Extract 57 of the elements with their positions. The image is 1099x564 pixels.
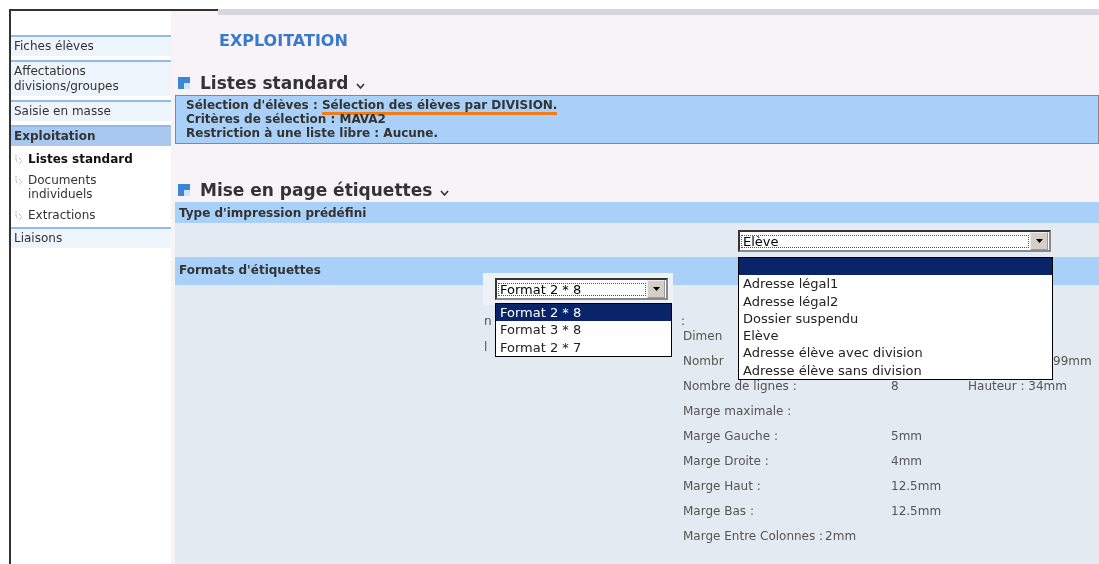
dropdown-option[interactable]: [739, 258, 1052, 276]
sidebar-subitem[interactable]: Extractions: [28, 208, 106, 222]
field-label: Marge maximale :: [683, 404, 792, 420]
tree-arrow-icon: [15, 155, 24, 165]
field-value: 12.5mm: [891, 479, 942, 493]
field-value: 4mm: [891, 454, 922, 468]
section-icon: [178, 184, 190, 196]
dropdown-option[interactable]: Adresse légal2: [739, 292, 1052, 310]
row-header: Type d'impression prédéfini: [179, 205, 367, 220]
sidebar-item[interactable]: Fiches élèves: [11, 35, 171, 56]
field-value: 8: [891, 379, 899, 393]
section-heading: Mise en page étiquettes: [200, 180, 433, 200]
field-label: Marge Bas :: [683, 504, 754, 520]
field-value: 5mm: [891, 429, 922, 443]
selection-line: Critères de sélection : MAVA2: [186, 112, 387, 126]
dropdown-option[interactable]: Dossier suspendu: [739, 309, 1052, 328]
selection-line: Restriction à une liste libre : Aucune.: [186, 126, 440, 140]
dropdown-option[interactable]: Adresse légal1: [739, 275, 1052, 293]
section-icon: [178, 77, 190, 89]
field-label: Marge Droite :: [683, 454, 769, 470]
page-title: EXPLOITATION: [218, 30, 349, 52]
field-label: Marge Entre Colonnes :: [683, 529, 824, 545]
field-value: 12.5mm: [891, 504, 942, 518]
sidebar-item[interactable]: Exploitation: [11, 125, 171, 146]
field-value: 2mm: [825, 529, 857, 545]
caret-icon: [1035, 239, 1043, 243]
sidebar-item[interactable]: Liaisons: [11, 227, 171, 248]
sidebar-subitem[interactable]: Documents individuels: [28, 173, 167, 201]
field-value: 99mm: [1053, 354, 1092, 368]
tree-arrow-icon: [15, 211, 24, 221]
selection-line: Sélection d'élèves : Sélection des élèves par DIVISION.: [186, 98, 1088, 112]
print-type-select[interactable]: Elève: [738, 230, 1051, 252]
dropdown-option[interactable]: Format 3 * 8: [496, 321, 671, 339]
field-label: Nombr: [683, 354, 724, 370]
field-label: l: [484, 340, 488, 356]
dropdown-option[interactable]: Adresse élève avec division: [739, 344, 1052, 362]
field-label: Nombre de lignes :: [683, 379, 797, 395]
row-header: Formats d'étiquettes: [179, 263, 321, 277]
sidebar-subitem[interactable]: Listes standard: [28, 152, 143, 166]
format-select[interactable]: Format 2 * 8: [495, 278, 668, 300]
field-label: n: [484, 314, 492, 330]
tree-arrow-icon: [15, 176, 24, 186]
field-label: :: [680, 314, 685, 330]
dropdown-option[interactable]: Elève: [739, 327, 1052, 345]
dropdown-option[interactable]: Adresse élève sans division: [739, 361, 1052, 380]
caret-icon: [652, 287, 660, 291]
dropdown-option[interactable]: Format 2 * 7: [496, 338, 671, 356]
field-value: Hauteur : 34mm: [968, 379, 1067, 393]
field-label: Marge Haut :: [683, 479, 761, 495]
sidebar-item[interactable]: Saisie en masse: [11, 100, 171, 121]
chevron-icon[interactable]: [356, 83, 366, 89]
field-label: Dimen: [683, 329, 723, 345]
section-heading: Listes standard: [200, 73, 349, 93]
dropdown-option[interactable]: Format 2 * 8: [496, 304, 671, 322]
sidebar-item[interactable]: Affectations divisions/groupes: [11, 60, 171, 96]
field-label: Marge Gauche :: [683, 429, 778, 445]
chevron-icon[interactable]: [440, 190, 450, 196]
